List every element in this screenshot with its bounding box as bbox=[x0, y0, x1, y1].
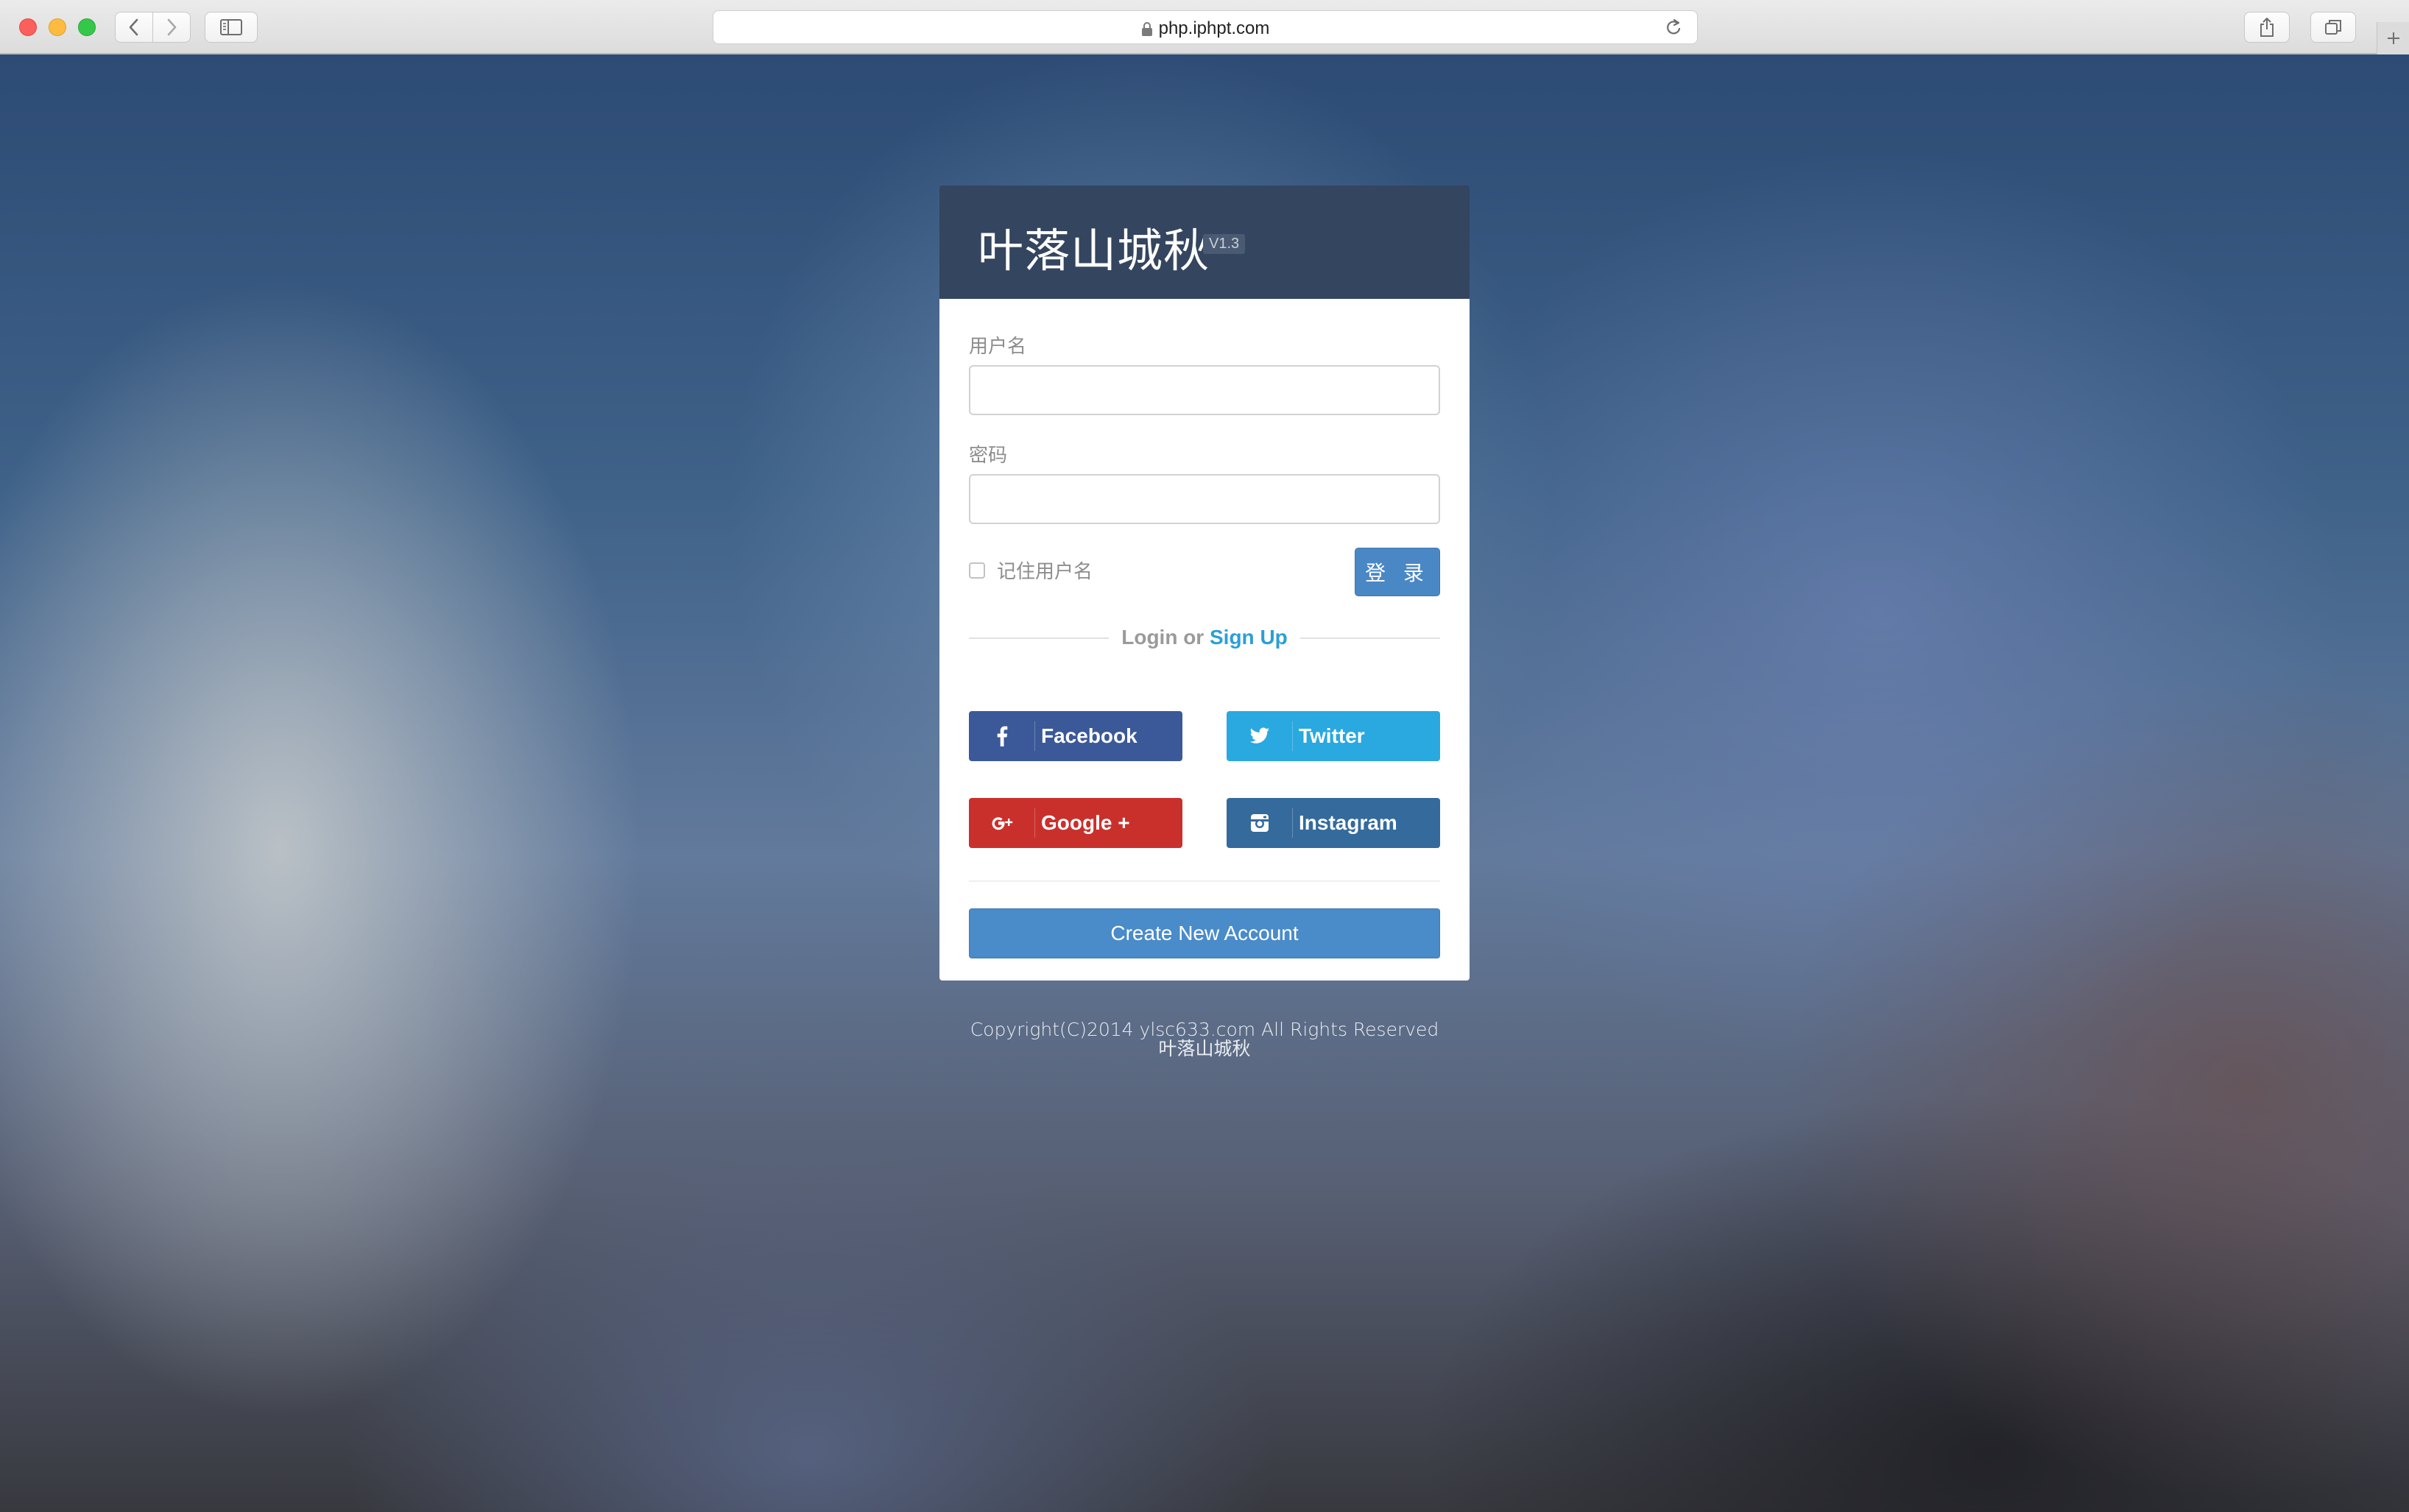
twitter-label: Twitter bbox=[1299, 724, 1365, 747]
back-button[interactable] bbox=[115, 12, 153, 43]
remember-username-checkbox[interactable] bbox=[969, 562, 985, 579]
browser-window: php.iphpt.com 叶落山城秋 V1.3 用户名 密码 记住用户名 登 … bbox=[0, 0, 2409, 1512]
facebook-label: Facebook bbox=[1041, 724, 1138, 747]
login-card: 叶落山城秋 V1.3 用户名 密码 记住用户名 登 录 Login or Sig… bbox=[939, 186, 1470, 981]
share-button[interactable] bbox=[2244, 12, 2290, 43]
twitter-login-button[interactable]: Twitter bbox=[1227, 711, 1440, 761]
twitter-icon bbox=[1249, 727, 1269, 743]
minimize-window-button[interactable] bbox=[49, 18, 66, 36]
username-label: 用户名 bbox=[969, 335, 1027, 357]
zoom-window-button[interactable] bbox=[78, 18, 96, 36]
divider-prefix: Login or bbox=[1121, 626, 1204, 649]
chevron-right-icon bbox=[167, 18, 177, 36]
footer-site-name: 叶落山城秋 bbox=[1158, 1038, 1251, 1059]
divider-line-right bbox=[1300, 637, 1440, 639]
create-account-button[interactable]: Create New Account bbox=[969, 908, 1440, 958]
facebook-login-button[interactable]: Facebook bbox=[969, 711, 1182, 761]
lock-icon bbox=[1141, 21, 1152, 36]
instagram-icon bbox=[1251, 814, 1269, 832]
login-button[interactable]: 登 录 bbox=[1355, 548, 1440, 596]
tabs-overview-icon bbox=[2325, 20, 2341, 35]
remember-username-label: 记住用户名 bbox=[997, 560, 1093, 582]
chevron-left-icon bbox=[129, 18, 138, 36]
sidebar-icon bbox=[220, 19, 242, 35]
remember-username-option[interactable]: 记住用户名 bbox=[969, 557, 1093, 584]
google-plus-login-button[interactable]: Google + bbox=[969, 798, 1182, 848]
sidebar-toggle-button[interactable] bbox=[205, 12, 258, 43]
forward-button[interactable] bbox=[152, 12, 191, 43]
form-separator bbox=[969, 880, 1440, 882]
copyright-text: Copyright(C)2014 ylsc633.com All Rights … bbox=[970, 1019, 1439, 1040]
google-plus-icon bbox=[992, 817, 1013, 830]
tab-overview-button[interactable] bbox=[2310, 12, 2356, 43]
brand-title: 叶落山城秋 bbox=[978, 224, 1210, 278]
facebook-icon bbox=[997, 726, 1008, 746]
login-form: 用户名 密码 记住用户名 登 录 Login or Sign Up Facebo… bbox=[939, 299, 1470, 981]
url-text: php.iphpt.com bbox=[1158, 18, 1270, 38]
url-display[interactable]: php.iphpt.com bbox=[713, 18, 1697, 39]
instagram-label: Instagram bbox=[1299, 811, 1397, 834]
page-background: 叶落山城秋 V1.3 用户名 密码 记住用户名 登 录 Login or Sig… bbox=[0, 54, 2409, 1512]
close-window-button[interactable] bbox=[19, 18, 37, 36]
google-plus-label: Google + bbox=[1041, 811, 1130, 834]
share-icon bbox=[2260, 18, 2274, 37]
password-label: 密码 bbox=[969, 444, 1008, 466]
instagram-login-button[interactable]: Instagram bbox=[1227, 798, 1440, 848]
username-input[interactable] bbox=[969, 365, 1440, 415]
plus-icon bbox=[2388, 32, 2399, 44]
password-input[interactable] bbox=[969, 474, 1440, 524]
login-card-header: 叶落山城秋 V1.3 bbox=[939, 186, 1470, 299]
login-or-signup-divider: Login or Sign Up bbox=[969, 623, 1440, 652]
version-badge: V1.3 bbox=[1203, 234, 1246, 254]
sign-up-link[interactable]: Sign Up bbox=[1210, 626, 1288, 649]
page-footer: Copyright(C)2014 ylsc633.com All Rights … bbox=[939, 1020, 1470, 1059]
browser-toolbar: php.iphpt.com bbox=[0, 0, 2409, 54]
reload-icon[interactable] bbox=[1665, 18, 1682, 38]
address-bar[interactable]: php.iphpt.com bbox=[713, 10, 1698, 44]
new-tab-button[interactable] bbox=[2377, 22, 2409, 54]
